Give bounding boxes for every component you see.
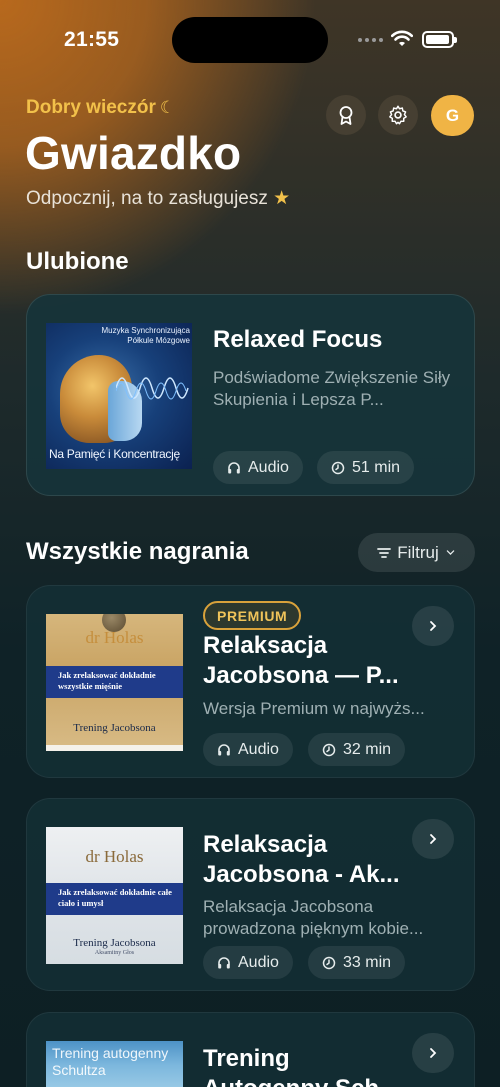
avatar[interactable]: G bbox=[431, 95, 474, 136]
filter-icon bbox=[377, 547, 392, 558]
recording-cover-image: dr Holas Jak zrelaksować dokładnie wszys… bbox=[46, 614, 183, 751]
premium-badge: PREMIUM bbox=[203, 601, 302, 630]
cellular-signal-icon bbox=[358, 38, 383, 42]
moon-icon: ☾ bbox=[159, 98, 176, 117]
greeting: Dobry wieczór ☾ bbox=[26, 97, 175, 119]
recording-cover-image: dr Holas Jak zrelaksować dokładnie całe … bbox=[46, 827, 183, 964]
headphones-icon bbox=[218, 743, 230, 755]
favorite-description: Podświadome Zwiększenie Siły Skupienia i… bbox=[213, 368, 451, 409]
recording-card[interactable]: dr Holas Jak zrelaksować dokładnie całe … bbox=[26, 798, 475, 991]
headphones-icon bbox=[218, 956, 230, 968]
clock-icon bbox=[322, 956, 336, 969]
favorites-heading: Ulubione bbox=[26, 248, 129, 275]
cover-top-text: Muzyka Synchronizująca Półkule Mózgowe bbox=[101, 326, 190, 345]
wave-graphic bbox=[116, 377, 189, 400]
status-time: 21:55 bbox=[64, 28, 120, 51]
all-recordings-heading: Wszystkie nagrania bbox=[26, 538, 249, 565]
filter-button[interactable]: Filtruj bbox=[358, 533, 475, 572]
settings-button[interactable] bbox=[378, 95, 418, 135]
achievements-button[interactable] bbox=[326, 95, 366, 135]
open-recording-button[interactable] bbox=[412, 819, 454, 859]
chevron-right-icon bbox=[430, 621, 437, 631]
dynamic-island bbox=[172, 17, 328, 63]
favorite-cover-image: Muzyka Synchronizująca Półkule Mózgowe N… bbox=[46, 323, 192, 469]
chevron-right-icon bbox=[430, 834, 437, 844]
cover-bottom-text: Na Pamięć i Koncentrację bbox=[49, 447, 180, 461]
recording-type-chip: Audio bbox=[203, 946, 293, 979]
recording-duration-chip: 33 min bbox=[308, 946, 406, 979]
award-icon bbox=[339, 106, 353, 125]
favorite-duration-chip: 51 min bbox=[317, 451, 415, 484]
wifi-icon bbox=[391, 30, 413, 46]
favorite-title: Relaxed Focus bbox=[213, 326, 383, 353]
battery-icon bbox=[422, 31, 457, 48]
clock-icon bbox=[322, 743, 336, 756]
favorite-type-chip: Audio bbox=[213, 451, 303, 484]
recording-duration-chip: 32 min bbox=[308, 733, 406, 766]
page-subtitle: Odpocznij, na to zasługujesz ★ bbox=[26, 187, 290, 210]
recording-title: Relaksacja Jacobsona — P... bbox=[203, 632, 399, 689]
recording-description: Wersja Premium w najwyżs... bbox=[203, 699, 425, 718]
recording-card[interactable]: dr Holas Jak zrelaksować dokładnie wszys… bbox=[26, 585, 475, 778]
recording-description: Relaksacja Jacobsona prowadzona pięknym … bbox=[203, 897, 424, 938]
recording-title: Trening Autogenny Sch... bbox=[203, 1045, 399, 1087]
page-title: Gwiazdko bbox=[25, 127, 242, 179]
status-bar: 21:55 bbox=[0, 0, 500, 80]
clock-icon bbox=[331, 461, 345, 474]
gear-icon bbox=[389, 105, 407, 125]
recording-title: Relaksacja Jacobsona - Ak... bbox=[203, 831, 400, 888]
recording-type-chip: Audio bbox=[203, 733, 293, 766]
chevron-right-icon bbox=[430, 1048, 437, 1058]
chevron-down-icon bbox=[446, 550, 455, 555]
subtitle-text: Odpocznij, na to zasługujesz bbox=[26, 188, 268, 209]
recording-cover-image: Trening autogenny Schultza bbox=[46, 1041, 183, 1087]
greeting-text: Dobry wieczór bbox=[26, 97, 156, 118]
favorite-card[interactable]: Muzyka Synchronizująca Półkule Mózgowe N… bbox=[26, 294, 475, 496]
open-recording-button[interactable] bbox=[412, 1033, 454, 1073]
star-icon: ★ bbox=[273, 188, 291, 209]
headphones-icon bbox=[228, 461, 240, 473]
recording-card[interactable]: Trening autogenny Schultza Trening Autog… bbox=[26, 1012, 475, 1087]
open-recording-button[interactable] bbox=[412, 606, 454, 646]
